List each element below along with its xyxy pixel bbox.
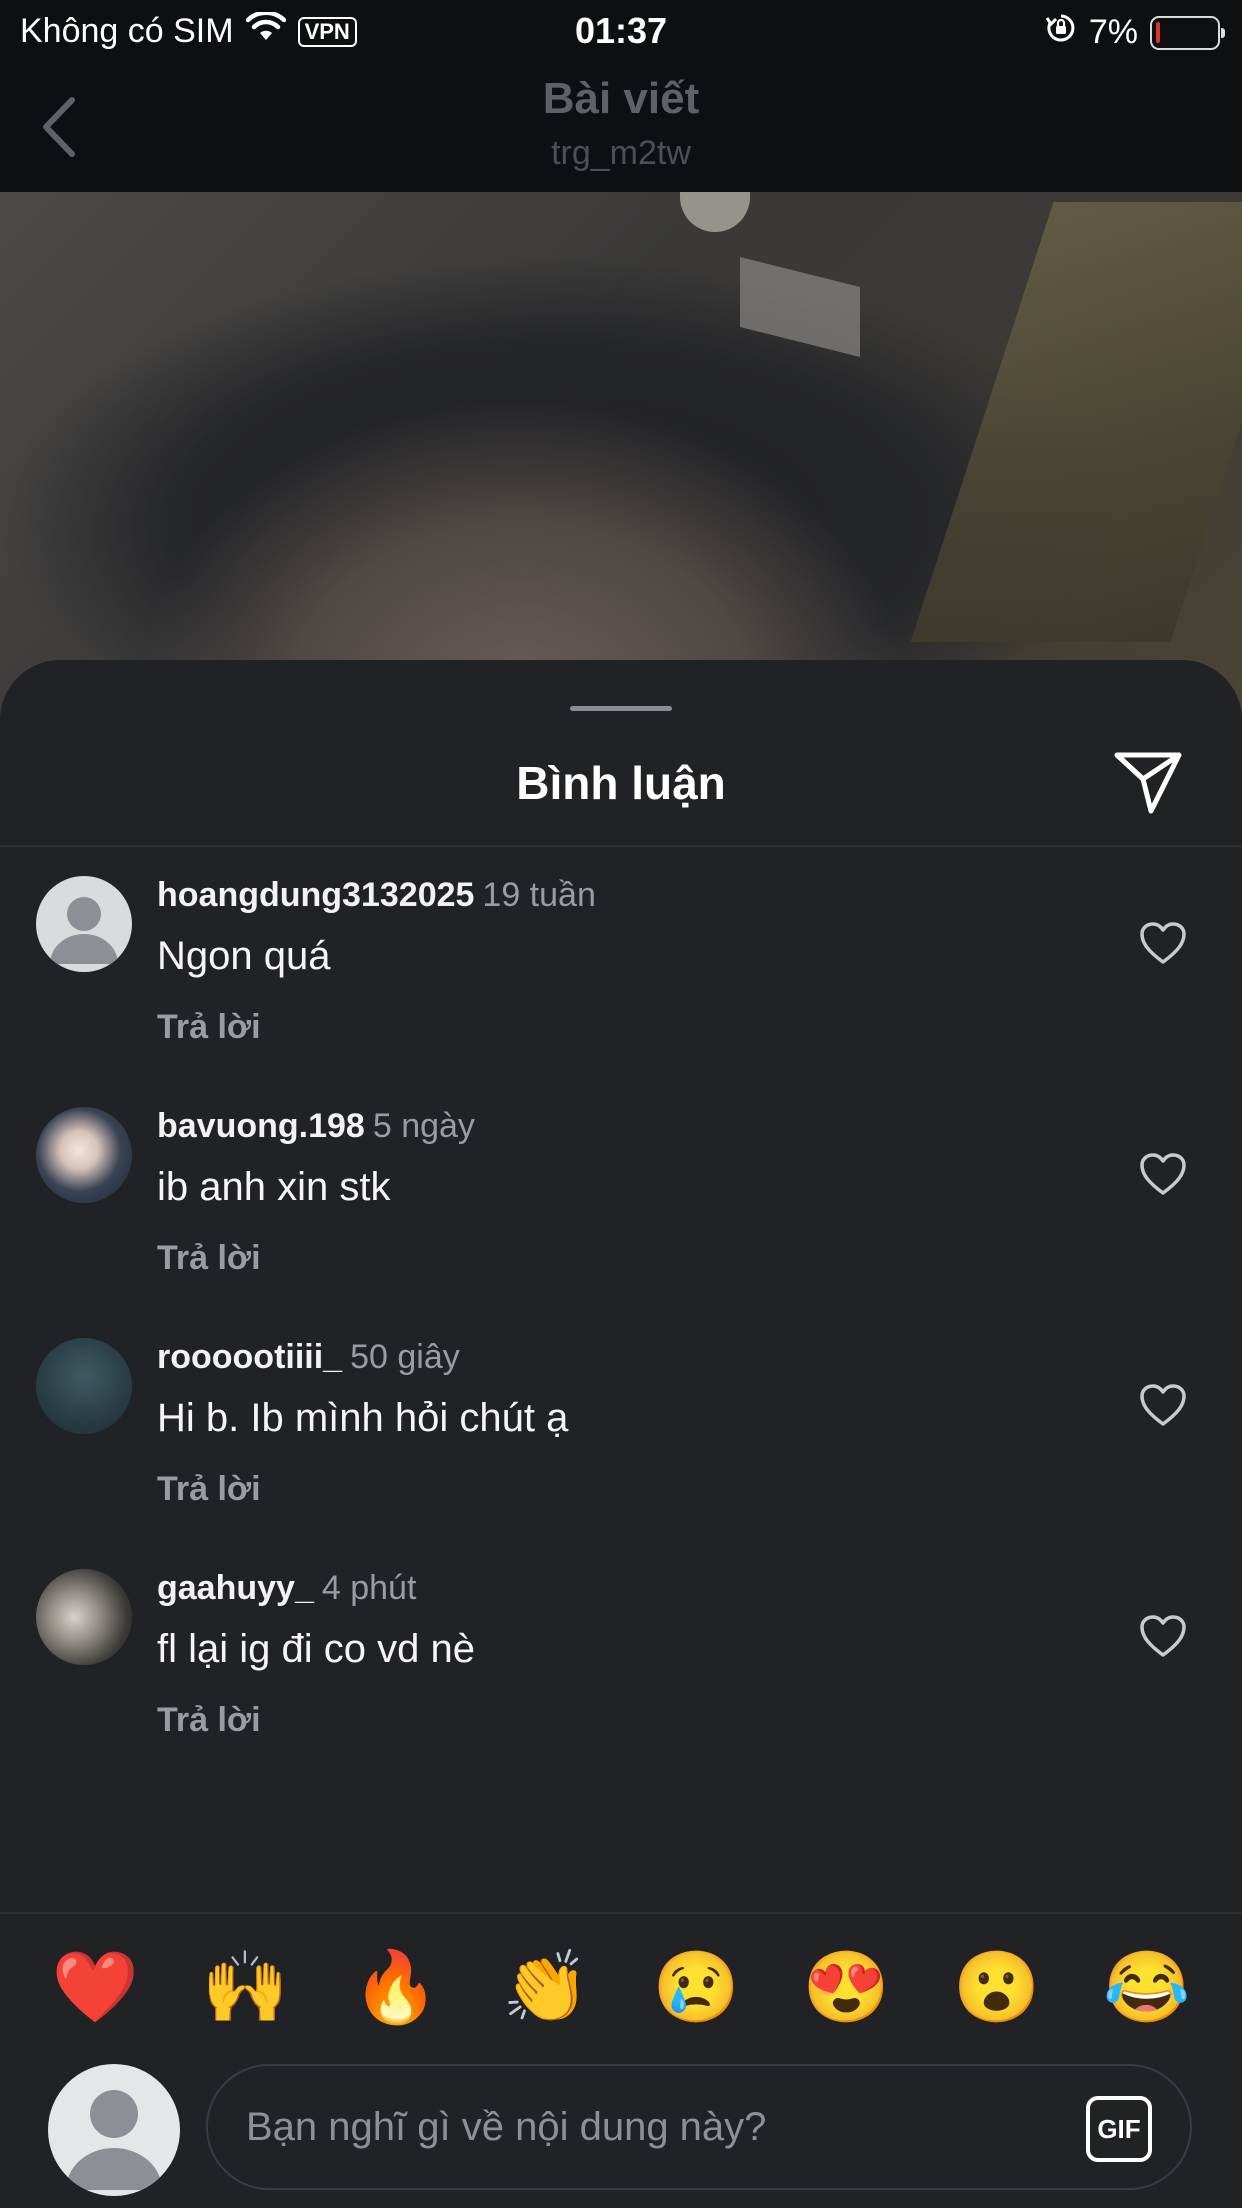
reaction-bar: ❤️ 🙌 🔥 👏 😢 😍 😮 😂 [0, 1942, 1242, 2032]
battery-icon [1150, 15, 1225, 50]
my-avatar [48, 2064, 180, 2196]
comment-text: fl lại ig đi co vd nè [157, 1627, 475, 1671]
screen: Không có SIM VPN 01:37 7% Bài viết trg_m… [0, 0, 1242, 2208]
avatar[interactable] [36, 876, 132, 972]
paper-plane-icon [1114, 752, 1182, 814]
reaction-fire[interactable]: 🔥 [346, 1942, 446, 2032]
comment-composer: GIF [0, 2062, 1242, 2208]
avatar[interactable] [36, 1338, 132, 1434]
comments-list: hoangdung3132025 19 tuần Ngon quá Trả lời… [0, 846, 1242, 1770]
comment-item: bavuong.198 5 ngày ib anh xin stk Trả lời [0, 1077, 1242, 1308]
reply-button[interactable]: Trả lời [157, 1470, 261, 1509]
reply-button[interactable]: Trả lời [157, 1239, 261, 1278]
reaction-heart[interactable]: ❤️ [45, 1942, 145, 2032]
status-right: 7% [1045, 12, 1225, 53]
comment-username[interactable]: hoangdung3132025 [157, 876, 474, 914]
share-button[interactable] [1110, 744, 1186, 820]
comment-text: Ngon quá [157, 934, 331, 978]
reaction-laughing[interactable]: 😂 [1097, 1942, 1197, 2032]
gif-button[interactable]: GIF [1086, 2096, 1152, 2162]
heart-icon [1140, 1384, 1186, 1426]
image-air-conditioner [740, 257, 860, 357]
avatar[interactable] [36, 1107, 132, 1203]
reaction-heart-eyes[interactable]: 😍 [796, 1942, 896, 2032]
battery-percent: 7% [1088, 13, 1138, 51]
image-shelf [910, 202, 1242, 642]
orientation-lock-icon [1045, 12, 1077, 53]
default-avatar-icon [66, 2090, 162, 2190]
reaction-raised-hands[interactable]: 🙌 [195, 1942, 295, 2032]
header: Bài viết trg_m2tw [0, 62, 1242, 192]
reaction-clap[interactable]: 👏 [496, 1942, 596, 2032]
comment-time: 19 tuần [482, 876, 596, 914]
like-button[interactable] [1136, 916, 1190, 970]
comment-time: 50 giây [350, 1338, 460, 1376]
comment-item: roooootiiii_ 50 giây Hi b. Ib mình hỏi ch… [0, 1308, 1242, 1539]
heart-icon [1140, 1615, 1186, 1657]
comment-text: ib anh xin stk [157, 1165, 391, 1209]
reply-button[interactable]: Trả lời [157, 1008, 261, 1047]
comment-item: gaahuyy_ 4 phút fl lại ig đi co vd nè Trả… [0, 1539, 1242, 1770]
sheet-title: Bình luận [516, 757, 726, 809]
comment-header: hoangdung3132025 19 tuần [157, 876, 596, 915]
reply-button[interactable]: Trả lời [157, 1701, 261, 1740]
status-bar: Không có SIM VPN 01:37 7% [0, 0, 1242, 62]
image-lamp [680, 192, 750, 232]
avatar[interactable] [36, 1569, 132, 1665]
comment-time: 4 phút [321, 1569, 417, 1607]
comment-username[interactable]: gaahuyy_ [157, 1569, 314, 1607]
like-button[interactable] [1136, 1378, 1190, 1432]
comment-header: bavuong.198 5 ngày [157, 1107, 475, 1146]
heart-icon [1140, 1153, 1186, 1195]
comment-username[interactable]: bavuong.198 [157, 1107, 365, 1145]
comment-header: gaahuyy_ 4 phút [157, 1569, 416, 1608]
reaction-crying[interactable]: 😢 [646, 1942, 746, 2032]
comment-time: 5 ngày [372, 1107, 475, 1145]
reactions-divider [0, 1912, 1242, 1914]
reaction-surprised[interactable]: 😮 [947, 1942, 1047, 2032]
default-avatar-icon [50, 897, 118, 964]
comment-input[interactable] [244, 2066, 1064, 2188]
like-button[interactable] [1136, 1609, 1190, 1663]
comment-header: roooootiiii_ 50 giây [157, 1338, 460, 1377]
page-title: Bài viết [542, 74, 700, 123]
like-button[interactable] [1136, 1147, 1190, 1201]
heart-icon [1140, 922, 1186, 964]
comment-text: Hi b. Ib mình hỏi chút ạ [157, 1396, 569, 1440]
comment-item: hoangdung3132025 19 tuần Ngon quá Trả lời [0, 846, 1242, 1077]
battery-level-fill [1156, 21, 1160, 43]
sheet-grabber[interactable] [570, 706, 672, 711]
comment-username[interactable]: roooootiiii_ [157, 1338, 342, 1376]
page-subtitle: trg_m2tw [551, 134, 691, 172]
comment-input-box: GIF [206, 2064, 1192, 2190]
